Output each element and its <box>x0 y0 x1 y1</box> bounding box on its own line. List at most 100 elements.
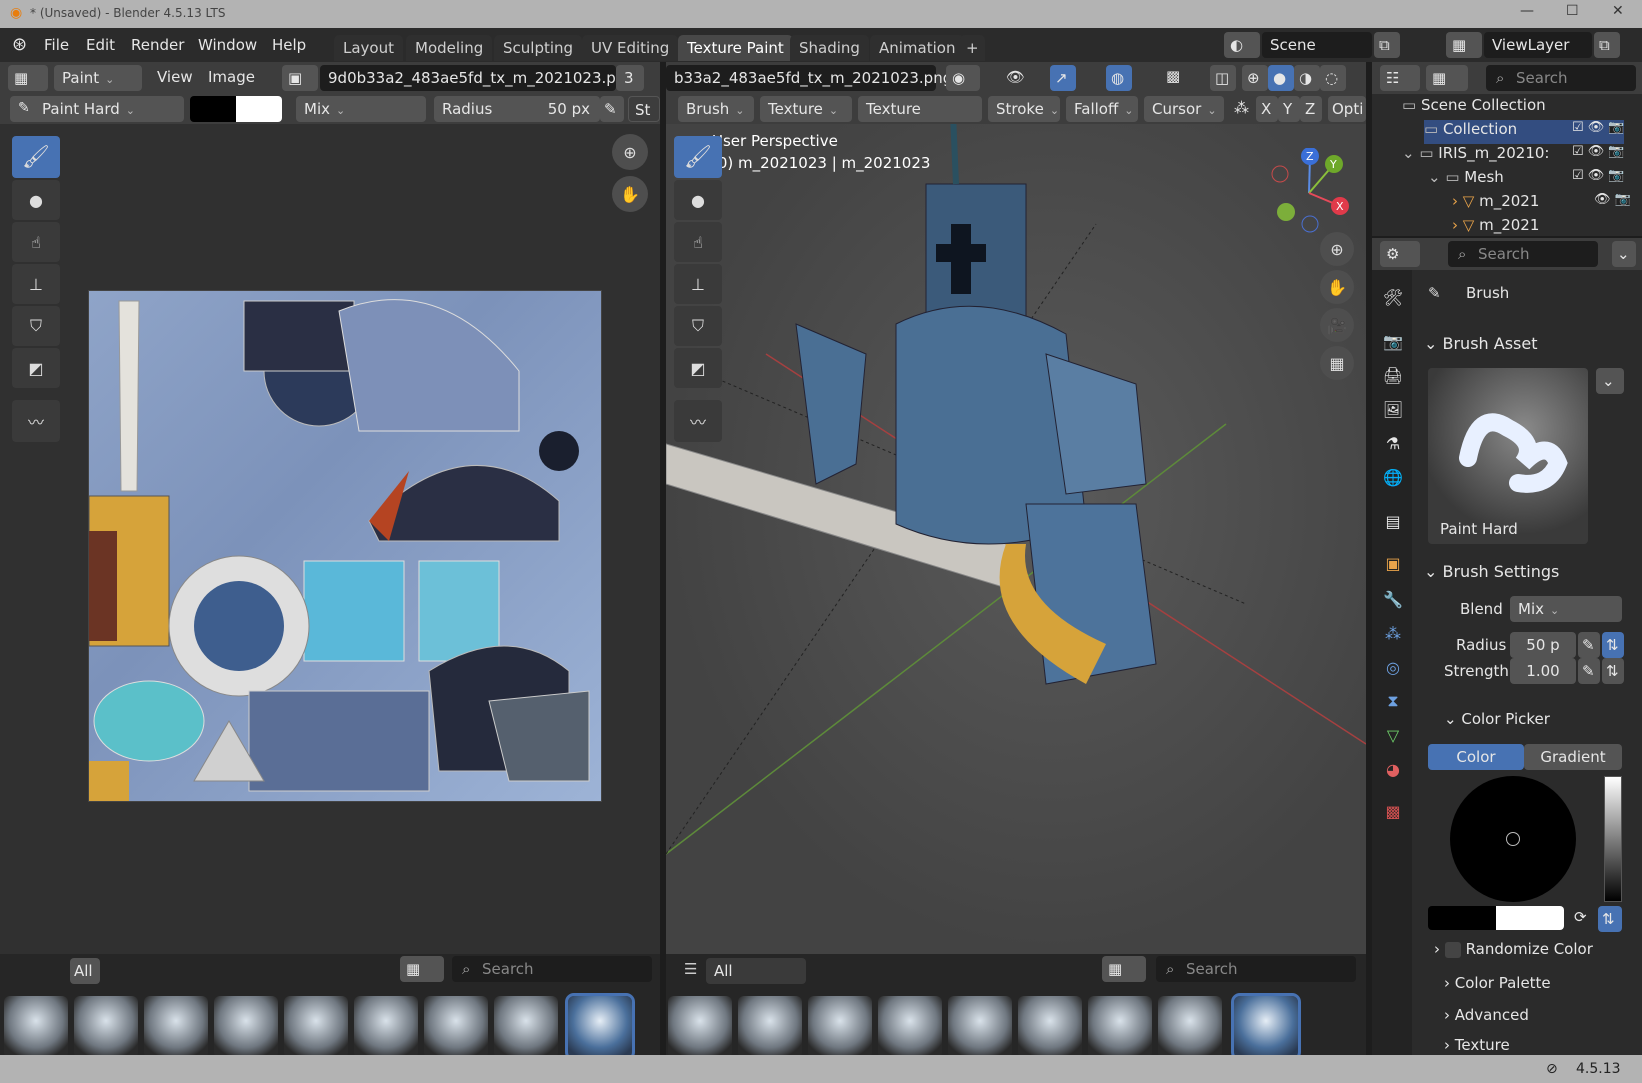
object-tab-icon[interactable]: ▣ <box>1378 548 1408 578</box>
blender-menu-icon[interactable]: ⊛ <box>12 34 27 55</box>
radius-unit-icon[interactable]: ⇅ <box>1602 632 1624 658</box>
value-slider[interactable] <box>1604 776 1622 902</box>
particles-tab-icon[interactable]: ⁂ <box>1378 618 1408 648</box>
3d-viewport[interactable]: User Perspective (0) m_2021023 | m_20210… <box>666 124 1366 954</box>
visibility-icon[interactable]: 👁 <box>1006 68 1025 86</box>
menu-edit[interactable]: Edit <box>86 36 115 54</box>
constraints-tab-icon[interactable]: ⧗ <box>1378 686 1408 716</box>
zoom-icon[interactable]: ⊕ <box>612 134 648 170</box>
mirror-z-toggle[interactable]: Z <box>1300 96 1322 122</box>
shelf-menu-icon[interactable]: ☰ <box>684 960 697 978</box>
viewlayer-selector-icon[interactable]: ▦ <box>1446 32 1482 58</box>
editor-type-icon[interactable]: ▦ <box>8 65 48 91</box>
outliner-search-input[interactable]: Search <box>1486 65 1636 91</box>
menu-view[interactable]: View <box>157 68 193 86</box>
draw-tool-icon[interactable]: 🖌 <box>674 136 722 178</box>
view-layer-tab-icon[interactable]: 🖼 <box>1378 394 1408 424</box>
strength-field-truncated[interactable]: St <box>628 96 660 122</box>
visibility-icons[interactable]: ☑ 👁 📷 <box>1572 120 1625 135</box>
strength-unit-icon[interactable]: ⇅ <box>1602 658 1624 684</box>
gradient-tab[interactable]: Gradient <box>1524 744 1622 770</box>
tab-uv-editing[interactable]: UV Editing <box>582 35 679 61</box>
brush-thumbnail[interactable] <box>738 996 802 1058</box>
advanced-panel[interactable]: › Advanced <box>1444 1006 1529 1024</box>
navigation-gizmo[interactable]: Z Y X <box>1264 148 1354 238</box>
toggle-xray-icon[interactable]: ◫ <box>1210 65 1236 91</box>
material-tab-icon[interactable]: ◕ <box>1378 754 1408 784</box>
shelf-display-icon[interactable]: ▦ <box>400 956 444 982</box>
swap-colors-icon[interactable]: ⟳ <box>1574 908 1587 926</box>
world-tab-icon[interactable]: 🌐 <box>1378 462 1408 492</box>
outliner-row-object-2[interactable]: › ▽ m_2021 <box>1452 216 1642 236</box>
smear-tool-icon[interactable]: ☝ <box>12 222 60 262</box>
pressure-radius-icon[interactable]: ✎ <box>1578 632 1600 658</box>
tab-sculpting[interactable]: Sculpting <box>494 35 583 61</box>
properties-search-input[interactable]: Search <box>1448 241 1598 267</box>
new-viewlayer-icon[interactable]: ⧉ <box>1594 32 1620 58</box>
annotate-tool-icon[interactable]: 〰 <box>674 400 722 442</box>
menu-file[interactable]: File <box>44 36 69 54</box>
tab-shading[interactable]: Shading <box>790 35 869 61</box>
brush-thumbnail[interactable] <box>284 996 348 1058</box>
mirror-y-toggle[interactable]: Y <box>1278 96 1300 122</box>
falloff-menu[interactable]: Falloff <box>1066 96 1138 122</box>
pan-hand-icon[interactable]: ✋ <box>612 176 648 212</box>
shelf-search-input[interactable]: Search <box>452 956 652 982</box>
brush-thumbnail[interactable] <box>494 996 558 1058</box>
brush-thumbnail[interactable] <box>1018 996 1082 1058</box>
brush-thumbnail[interactable] <box>354 996 418 1058</box>
render-tab-icon[interactable]: 📷 <box>1378 326 1408 356</box>
brush-preview[interactable]: Paint Hard <box>1428 368 1588 544</box>
outliner-display-mode-icon[interactable]: ▦ <box>1426 65 1468 91</box>
cursor-menu[interactable]: Cursor <box>1144 96 1224 122</box>
brush-thumbnail[interactable] <box>878 996 942 1058</box>
tab-modeling[interactable]: Modeling <box>406 35 493 61</box>
brush-thumbnail[interactable] <box>214 996 278 1058</box>
perspective-toggle-icon[interactable]: ▦ <box>1320 346 1354 380</box>
color-unit-icon[interactable]: ⇅ <box>1598 906 1622 932</box>
brush-thumbnail-selected[interactable] <box>565 993 635 1061</box>
collection-tab-icon[interactable]: ▤ <box>1378 506 1408 536</box>
primary-color-swatch[interactable] <box>190 96 236 122</box>
scene-name-field[interactable]: Scene <box>1262 32 1372 58</box>
brush-thumbnail[interactable] <box>74 996 138 1058</box>
randomize-color-checkbox[interactable] <box>1444 941 1461 958</box>
annotate-tool-icon[interactable]: 〰 <box>12 400 60 442</box>
soften-tool-icon[interactable]: ● <box>674 180 722 220</box>
brush-thumbnail[interactable] <box>1158 996 1222 1058</box>
add-workspace-button[interactable]: + <box>960 35 985 61</box>
tab-animation[interactable]: Animation <box>870 35 965 61</box>
color-tab[interactable]: Color <box>1428 744 1524 770</box>
shelf-display-icon[interactable]: ▦ <box>1102 956 1146 982</box>
image-users-count[interactable]: 3 <box>616 65 644 91</box>
rendered-shading-icon[interactable]: ◌ <box>1320 65 1346 91</box>
tab-texture-paint[interactable]: Texture Paint <box>678 35 793 61</box>
menu-render[interactable]: Render <box>131 36 184 54</box>
brush-thumbnail[interactable] <box>808 996 872 1058</box>
brush-menu[interactable]: Brush <box>678 96 754 122</box>
shelf-tab-all[interactable]: All <box>70 958 100 984</box>
object-mode-icon[interactable]: ◉ <box>946 65 980 91</box>
brush-asset-panel-header[interactable]: ⌄ Brush Asset <box>1424 334 1634 353</box>
camera-view-icon[interactable]: 🎥 <box>1320 308 1354 342</box>
secondary-color-swatch[interactable] <box>236 96 282 122</box>
brush-asset-menu-icon[interactable]: ⌄ <box>1596 368 1624 394</box>
visibility-icons[interactable]: ☑ 👁 📷 <box>1572 168 1625 183</box>
soften-tool-icon[interactable]: ● <box>12 180 60 220</box>
clone-tool-icon[interactable]: ⊥ <box>12 264 60 304</box>
properties-editor-type-icon[interactable]: ⚙ <box>1380 241 1420 267</box>
radius-field[interactable]: Radius 50 px <box>434 96 600 122</box>
color-palette-panel[interactable]: › Color Palette <box>1444 974 1551 992</box>
material-shading-icon[interactable]: ◑ <box>1294 65 1320 91</box>
texture-panel[interactable]: › Texture <box>1444 1036 1510 1054</box>
outliner-editor-type-icon[interactable]: ☷ <box>1380 65 1420 91</box>
menu-help[interactable]: Help <box>272 36 306 54</box>
visibility-icons[interactable]: 👁 📷 <box>1594 192 1631 207</box>
brush-settings-panel-header[interactable]: ⌄ Brush Settings <box>1424 562 1634 581</box>
pressure-strength-icon[interactable]: ✎ <box>1578 658 1600 684</box>
scene-tab-icon[interactable]: ⚗ <box>1378 428 1408 458</box>
brush-thumbnail[interactable] <box>1088 996 1152 1058</box>
viewport-image-field[interactable]: b33a2_483ae5fd_tx_m_2021023.png <box>666 65 952 91</box>
clone-tool-icon[interactable]: ⊥ <box>674 264 722 304</box>
data-tab-icon[interactable]: ▽ <box>1378 720 1408 750</box>
